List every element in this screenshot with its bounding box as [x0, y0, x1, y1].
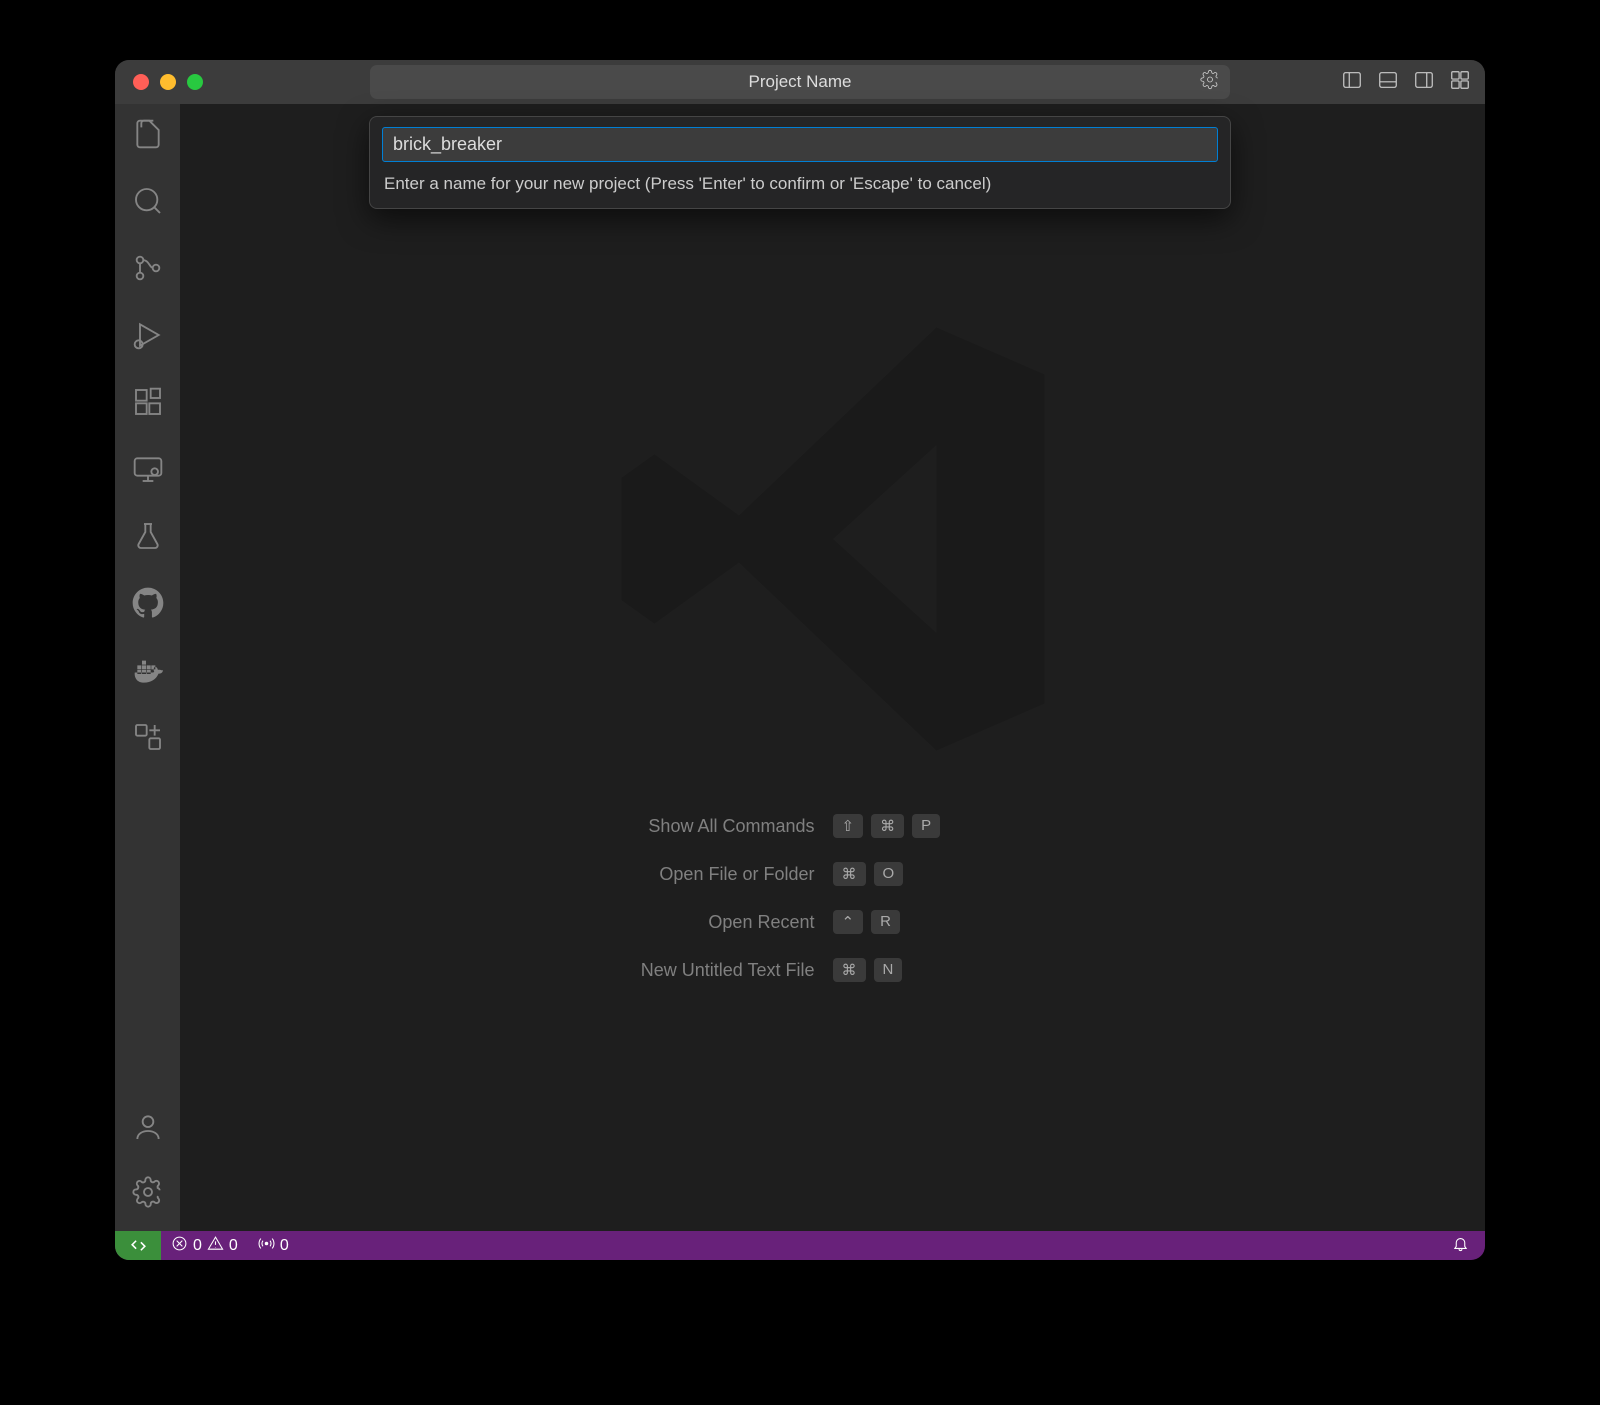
vscode-window: Project Name	[115, 60, 1485, 1260]
activity-bar	[115, 104, 180, 1231]
quick-input-panel: Enter a name for your new project (Press…	[369, 116, 1231, 209]
editor-area: Show All Commands ⇧ ⌘ P Open File or Fol…	[180, 104, 1485, 1231]
titlebar: Project Name	[115, 60, 1485, 104]
welcome-row-new-file[interactable]: New Untitled Text File ⌘ N	[180, 958, 1485, 982]
welcome-label: Open Recent	[180, 912, 833, 933]
minimize-button[interactable]	[160, 74, 176, 90]
welcome-shortcuts: Show All Commands ⇧ ⌘ P Open File or Fol…	[180, 814, 1485, 982]
keycap: ⌘	[833, 958, 866, 982]
keycap: N	[874, 958, 903, 982]
welcome-label: Show All Commands	[180, 816, 833, 837]
project-manager-icon[interactable]	[132, 721, 164, 758]
project-name-input[interactable]	[382, 127, 1218, 162]
command-center[interactable]: Project Name	[370, 65, 1230, 99]
ports-count: 0	[280, 1237, 289, 1255]
layout-controls	[1341, 69, 1471, 96]
manage-icon[interactable]	[132, 1176, 164, 1213]
docker-icon[interactable]	[132, 654, 164, 691]
github-icon[interactable]	[132, 587, 164, 624]
status-bar: 0 0 0	[115, 1231, 1485, 1260]
close-button[interactable]	[133, 74, 149, 90]
warning-count: 0	[229, 1237, 238, 1255]
error-icon	[171, 1235, 188, 1257]
keycap: ⇧	[833, 814, 864, 838]
vscode-logo	[598, 304, 1068, 774]
keycap: R	[871, 910, 900, 934]
welcome-row-open-recent[interactable]: Open Recent ⌃ R	[180, 910, 1485, 934]
extensions-icon[interactable]	[132, 386, 164, 423]
testing-icon[interactable]	[132, 520, 164, 557]
customize-layout-icon[interactable]	[1449, 69, 1471, 96]
broadcast-icon	[258, 1235, 275, 1257]
warning-icon	[207, 1235, 224, 1257]
traffic-lights	[133, 74, 203, 90]
accounts-icon[interactable]	[132, 1111, 164, 1148]
toggle-panel-icon[interactable]	[1377, 69, 1399, 96]
run-debug-icon[interactable]	[132, 319, 164, 356]
quick-input-hint: Enter a name for your new project (Press…	[382, 174, 1218, 194]
welcome-label: Open File or Folder	[180, 864, 833, 885]
keycap: ⌃	[833, 910, 864, 934]
maximize-button[interactable]	[187, 74, 203, 90]
remote-explorer-icon[interactable]	[132, 453, 164, 490]
remote-indicator[interactable]	[115, 1231, 161, 1260]
keycap: O	[874, 862, 904, 886]
search-icon[interactable]	[132, 185, 164, 222]
ports-status[interactable]: 0	[248, 1235, 299, 1257]
keycap: ⌘	[833, 862, 866, 886]
toggle-primary-sidebar-icon[interactable]	[1341, 69, 1363, 96]
command-center-label: Project Name	[749, 72, 852, 92]
editor-body: Show All Commands ⇧ ⌘ P Open File or Fol…	[115, 104, 1485, 1231]
welcome-row-open-file[interactable]: Open File or Folder ⌘ O	[180, 862, 1485, 886]
welcome-label: New Untitled Text File	[180, 960, 833, 981]
problems-status[interactable]: 0 0	[161, 1235, 248, 1257]
toggle-secondary-sidebar-icon[interactable]	[1413, 69, 1435, 96]
bell-icon	[1452, 1235, 1469, 1257]
keycap: ⌘	[871, 814, 904, 838]
welcome-row-show-commands[interactable]: Show All Commands ⇧ ⌘ P	[180, 814, 1485, 838]
source-control-icon[interactable]	[132, 252, 164, 289]
keycap: P	[912, 814, 940, 838]
settings-icon[interactable]	[1200, 70, 1220, 95]
explorer-icon[interactable]	[132, 118, 164, 155]
notifications-status[interactable]	[1442, 1235, 1485, 1257]
error-count: 0	[193, 1237, 202, 1255]
